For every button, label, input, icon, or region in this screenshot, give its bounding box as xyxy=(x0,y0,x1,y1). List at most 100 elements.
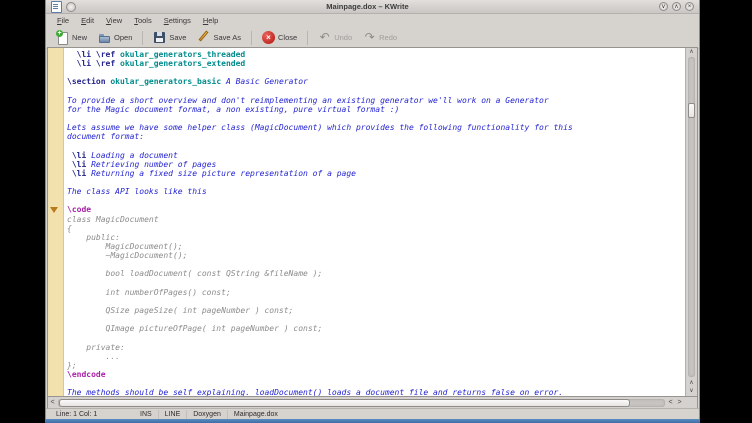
cursor-position: Line: 1 Col: 1 xyxy=(56,411,134,418)
menu-item-settings[interactable]: Settings xyxy=(159,15,196,26)
desktop-background: Mainpage.dox – KWrite ∨ ∧ × FileEditView… xyxy=(0,0,752,423)
editor-line xyxy=(67,178,685,187)
editor-line: QImage pictureOfPage( int pageNumber ) c… xyxy=(67,324,685,333)
save-icon xyxy=(153,31,166,44)
close-icon: × xyxy=(262,31,275,44)
menu-item-file[interactable]: File xyxy=(52,15,74,26)
selection-mode: LINE xyxy=(158,410,187,419)
horizontal-scrollbar-right-arrows: < > xyxy=(666,397,684,408)
editor-line xyxy=(67,297,685,306)
toolbar-button-label: Open xyxy=(114,33,132,42)
editor-line: MagicDocument(); xyxy=(67,242,685,251)
scroll-left-icon[interactable]: < xyxy=(666,397,675,408)
scroll-up-icon[interactable]: ∧ xyxy=(686,48,697,56)
vertical-scrollbar[interactable]: ∧ ∧ ∨ xyxy=(685,48,697,396)
editor-line: To provide a short overview and don't re… xyxy=(67,96,685,105)
menu-item-tools[interactable]: Tools xyxy=(129,15,157,26)
editor-line xyxy=(67,87,685,96)
menu-item-edit[interactable]: Edit xyxy=(76,15,99,26)
editor-line: for the Magic document format, a non exi… xyxy=(67,105,685,114)
redo-icon: ↷ xyxy=(363,31,376,44)
editor-line xyxy=(67,279,685,288)
editor-line: int numberOfPages() const; xyxy=(67,288,685,297)
new-button[interactable]: +New xyxy=(52,30,91,45)
toolbar-button-label: New xyxy=(72,33,87,42)
toolbar-button-label: Undo xyxy=(334,33,352,42)
editor-line xyxy=(67,196,685,205)
horizontal-scrollbar[interactable]: < < > xyxy=(47,397,698,408)
toolbar-button-label: Close xyxy=(278,33,297,42)
horizontal-scrollbar-track[interactable] xyxy=(58,399,665,407)
editor-line: \li Loading a document xyxy=(67,151,685,160)
editor-line: class MagicDocument xyxy=(67,215,685,224)
undo-icon: ↶ xyxy=(318,31,331,44)
minimize-button[interactable]: ∨ xyxy=(659,2,668,11)
editor-line: private: xyxy=(67,343,685,352)
desktop-panel-edge xyxy=(45,419,700,423)
kwrite-window: Mainpage.dox – KWrite ∨ ∧ × FileEditView… xyxy=(45,0,700,419)
editor-line: public: xyxy=(67,233,685,242)
editor-line: \section okular_generators_basic A Basic… xyxy=(67,77,685,86)
toolbar-separator xyxy=(307,31,308,45)
close-button[interactable]: ×Close xyxy=(258,30,301,45)
menubar: FileEditViewToolsSettingsHelp xyxy=(46,14,699,27)
menu-item-help[interactable]: Help xyxy=(198,15,223,26)
new-icon: + xyxy=(56,31,69,44)
toolbar-separator xyxy=(142,31,143,45)
editor-line: Lets assume we have some helper class (M… xyxy=(67,123,685,132)
editor-line: \endcode xyxy=(67,370,685,379)
vertical-scrollbar-thumb[interactable] xyxy=(688,103,695,118)
fold-border xyxy=(48,48,64,396)
save-button[interactable]: Save xyxy=(149,30,190,45)
scroll-down-icon[interactable]: ∨ xyxy=(686,387,697,395)
toolbar-button-label: Save xyxy=(169,33,186,42)
highlight-mode: Doxygen xyxy=(186,410,227,419)
close-button[interactable]: × xyxy=(685,2,694,11)
editor-line: ... xyxy=(67,352,685,361)
maximize-button[interactable]: ∧ xyxy=(672,2,681,11)
editor-line xyxy=(67,379,685,388)
save-as-button[interactable]: Save As xyxy=(193,30,245,45)
titlebar[interactable]: Mainpage.dox – KWrite ∨ ∧ × xyxy=(46,0,699,14)
toolbar-separator xyxy=(251,31,252,45)
open-button[interactable]: Open xyxy=(94,30,136,45)
editor-line: { xyxy=(67,224,685,233)
editor-line: The class API looks like this xyxy=(67,187,685,196)
editor: \li \ref okular_generators_threaded \li … xyxy=(47,47,698,397)
editor-line xyxy=(67,114,685,123)
editor-line xyxy=(67,260,685,269)
editor-line xyxy=(67,315,685,324)
horizontal-scrollbar-thumb[interactable] xyxy=(59,399,630,407)
editor-line xyxy=(67,333,685,342)
scroll-left-icon[interactable]: < xyxy=(48,397,57,408)
editor-line: QSize pageSize( int pageNumber ) const; xyxy=(67,306,685,315)
code-fold-triangle-icon[interactable] xyxy=(50,207,58,213)
editor-text-area[interactable]: \li \ref okular_generators_threaded \li … xyxy=(64,48,685,396)
editor-line: ~MagicDocument(); xyxy=(67,251,685,260)
window-menu-icon[interactable] xyxy=(51,1,62,13)
undo-button[interactable]: ↶Undo xyxy=(314,30,356,45)
open-icon xyxy=(98,31,111,44)
editor-line: \code xyxy=(67,205,685,214)
vertical-scrollbar-track[interactable] xyxy=(688,57,695,377)
redo-button[interactable]: ↷Redo xyxy=(359,30,401,45)
editor-line: \li \ref okular_generators_threaded xyxy=(67,50,685,59)
editor-line: The methods should be self explaining. l… xyxy=(67,388,685,396)
editor-line: \li Returning a fixed size picture repre… xyxy=(67,169,685,178)
vertical-scrollbar-bottom-arrows: ∧ ∨ xyxy=(686,379,697,395)
window-buttons: ∨ ∧ × xyxy=(659,2,694,11)
editor-line: document format: xyxy=(67,132,685,141)
insert-mode: INS xyxy=(134,410,158,419)
editor-line: \li \ref okular_generators_extended xyxy=(67,59,685,68)
editor-line xyxy=(67,141,685,150)
document-name: Mainpage.dox xyxy=(227,410,284,419)
editor-line: }; xyxy=(67,361,685,370)
editor-line: bool loadDocument( const QString &fileNa… xyxy=(67,269,685,278)
menu-item-view[interactable]: View xyxy=(101,15,127,26)
scroll-right-icon[interactable]: > xyxy=(675,397,684,408)
scroll-up-icon[interactable]: ∧ xyxy=(686,379,697,387)
editor-line: \li Retrieving number of pages xyxy=(67,160,685,169)
sticky-button[interactable] xyxy=(66,2,76,12)
window-title: Mainpage.dox – KWrite xyxy=(76,2,659,11)
toolbar: +NewOpenSaveSave As×Close↶Undo↷Redo xyxy=(46,27,699,49)
